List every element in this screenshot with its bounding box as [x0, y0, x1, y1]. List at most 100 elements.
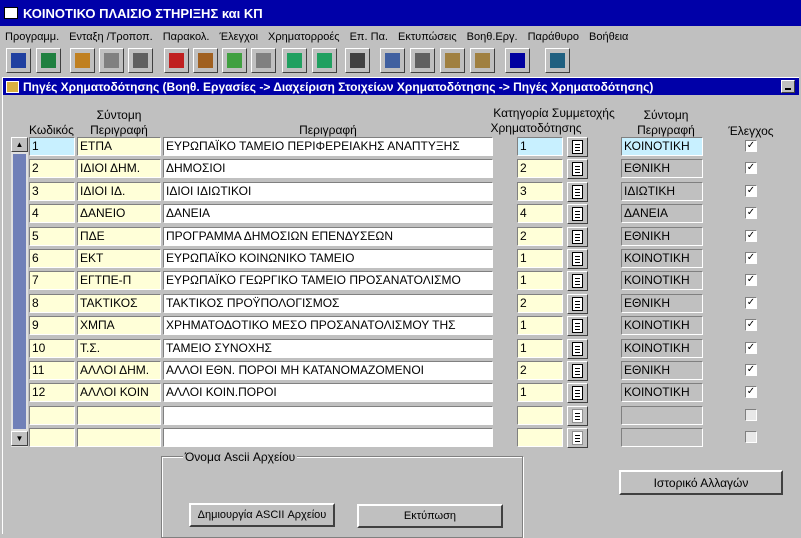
- check-checkbox[interactable]: ✓: [745, 140, 757, 152]
- code-field[interactable]: 7: [29, 271, 75, 290]
- description-field[interactable]: ΠΡΟΓΡΑΜΜΑ ΔΗΜΟΣΙΩΝ ΕΠΕΝΔΥΣΕΩΝ: [163, 227, 493, 246]
- toolbar-button-15[interactable]: [470, 48, 495, 73]
- code-field[interactable]: 8: [29, 294, 75, 313]
- window-menu-icon[interactable]: [4, 7, 18, 19]
- toolbar-button-1[interactable]: [36, 48, 61, 73]
- toolbar-button-10[interactable]: [312, 48, 337, 73]
- code-field[interactable]: 6: [29, 249, 75, 268]
- code-field[interactable]: [29, 428, 75, 447]
- records-scrollbar[interactable]: ▲ ▼: [11, 137, 28, 447]
- check-checkbox[interactable]: ✓: [745, 252, 757, 264]
- category-field[interactable]: 3: [517, 182, 563, 201]
- category-short-desc-field[interactable]: [621, 406, 703, 425]
- short-desc-field[interactable]: ΙΔΙΟΙ ΙΔ.: [77, 182, 161, 201]
- description-field[interactable]: ΕΥΡΩΠΑΪΚΟ ΓΕΩΡΓΙΚΟ ΤΑΜΕΙΟ ΠΡΟΣΑΝΑΤΟΛΙΣΜΟ: [163, 271, 493, 290]
- short-desc-field[interactable]: [77, 406, 161, 425]
- category-list-button[interactable]: [567, 137, 588, 157]
- menu-item-8[interactable]: Παράθυρο: [523, 31, 584, 43]
- category-list-button[interactable]: [567, 271, 588, 291]
- history-button[interactable]: Ιστορικό Αλλαγών: [619, 470, 783, 495]
- short-desc-field[interactable]: [77, 428, 161, 447]
- check-checkbox[interactable]: ✓: [745, 274, 757, 286]
- toolbar-button-9[interactable]: [282, 48, 307, 73]
- description-field[interactable]: ΔΑΝΕΙΑ: [163, 204, 493, 223]
- category-list-button[interactable]: [567, 294, 588, 314]
- description-field[interactable]: ΤΑΚΤΙΚΟΣ ΠΡΟΫΠΟΛΟΓΙΣΜΟΣ: [163, 294, 493, 313]
- category-list-button[interactable]: [567, 428, 588, 448]
- toolbar-button-7[interactable]: [222, 48, 247, 73]
- description-field[interactable]: ΕΥΡΩΠΑΪΚΟ ΤΑΜΕΙΟ ΠΕΡΙΦΕΡΕΙΑΚΗΣ ΑΝΑΠΤΥΞΗΣ: [163, 137, 493, 156]
- code-field[interactable]: 11: [29, 361, 75, 380]
- toolbar-button-0[interactable]: [6, 48, 31, 73]
- category-list-button[interactable]: [567, 159, 588, 179]
- toolbar-button-4[interactable]: [128, 48, 153, 73]
- category-list-button[interactable]: [567, 406, 588, 426]
- category-short-desc-field[interactable]: ΕΘΝΙΚΗ: [621, 227, 703, 246]
- category-field[interactable]: 4: [517, 204, 563, 223]
- toolbar-button-6[interactable]: [193, 48, 218, 73]
- minimize-button[interactable]: [781, 80, 795, 93]
- description-field[interactable]: ΙΔΙΟΙ ΙΔΙΩΤΙΚΟΙ: [163, 182, 493, 201]
- check-checkbox[interactable]: ✓: [745, 319, 757, 331]
- category-field[interactable]: [517, 428, 563, 447]
- category-short-desc-field[interactable]: ΚΟΙΝΟΤΙΚΗ: [621, 339, 703, 358]
- code-field[interactable]: 5: [29, 227, 75, 246]
- menu-item-9[interactable]: Βοήθεια: [584, 31, 633, 43]
- category-field[interactable]: 1: [517, 339, 563, 358]
- menu-item-7[interactable]: Βοηθ.Εργ.: [462, 31, 523, 43]
- short-desc-field[interactable]: Τ.Σ.: [77, 339, 161, 358]
- toolbar-button-13[interactable]: [410, 48, 435, 73]
- menu-item-6[interactable]: Εκτυπώσεις: [393, 31, 462, 43]
- short-desc-field[interactable]: ΔΑΝΕΙΟ: [77, 204, 161, 223]
- category-list-button[interactable]: [567, 182, 588, 202]
- short-desc-field[interactable]: ΕΚΤ: [77, 249, 161, 268]
- code-field[interactable]: 3: [29, 182, 75, 201]
- description-field[interactable]: ΕΥΡΩΠΑΪΚΟ ΚΟΙΝΩΝΙΚΟ ΤΑΜΕΙΟ: [163, 249, 493, 268]
- category-field[interactable]: 1: [517, 249, 563, 268]
- code-field[interactable]: 9: [29, 316, 75, 335]
- create-ascii-button[interactable]: Δημιουργία ASCII Αρχείου: [189, 503, 335, 527]
- short-desc-field[interactable]: ΙΔΙΟΙ ΔΗΜ.: [77, 159, 161, 178]
- category-list-button[interactable]: [567, 383, 588, 403]
- category-short-desc-field[interactable]: ΙΔΙΩΤΙΚΗ: [621, 182, 703, 201]
- check-checkbox[interactable]: ✓: [745, 207, 757, 219]
- toolbar-button-8[interactable]: [251, 48, 276, 73]
- check-checkbox[interactable]: ✓: [745, 162, 757, 174]
- category-short-desc-field[interactable]: ΚΟΙΝΟΤΙΚΗ: [621, 271, 703, 290]
- code-field[interactable]: 4: [29, 204, 75, 223]
- category-field[interactable]: 1: [517, 271, 563, 290]
- menu-item-0[interactable]: Προγραμμ.: [0, 31, 64, 43]
- check-checkbox[interactable]: ✓: [745, 230, 757, 242]
- code-field[interactable]: 1: [29, 137, 75, 156]
- category-short-desc-field[interactable]: ΕΘΝΙΚΗ: [621, 294, 703, 313]
- category-field[interactable]: 2: [517, 227, 563, 246]
- check-checkbox[interactable]: ✓: [745, 297, 757, 309]
- print-button[interactable]: Εκτύπωση: [357, 504, 503, 528]
- category-field[interactable]: 1: [517, 383, 563, 402]
- toolbar-button-5[interactable]: [164, 48, 189, 73]
- menu-item-5[interactable]: Επ. Πα.: [345, 31, 393, 43]
- short-desc-field[interactable]: ΕΓΤΠΕ-Π: [77, 271, 161, 290]
- category-field[interactable]: 1: [517, 137, 563, 156]
- check-checkbox[interactable]: ✓: [745, 342, 757, 354]
- category-field[interactable]: 2: [517, 361, 563, 380]
- category-list-button[interactable]: [567, 339, 588, 359]
- toolbar-button-14[interactable]: [440, 48, 465, 73]
- short-desc-field[interactable]: ΑΛΛΟΙ ΔΗΜ.: [77, 361, 161, 380]
- toolbar-button-17[interactable]: [545, 48, 570, 73]
- category-short-desc-field[interactable]: ΔΑΝΕΙΑ: [621, 204, 703, 223]
- category-list-button[interactable]: [567, 227, 588, 247]
- category-list-button[interactable]: [567, 249, 588, 269]
- category-list-button[interactable]: [567, 361, 588, 381]
- menu-item-4[interactable]: Χρηματορροές: [263, 31, 345, 43]
- scroll-up-button[interactable]: ▲: [11, 137, 28, 152]
- scroll-down-button[interactable]: ▼: [11, 431, 28, 446]
- description-field[interactable]: ΔΗΜΟΣΙΟΙ: [163, 159, 493, 178]
- description-field[interactable]: ΤΑΜΕΙΟ ΣΥΝΟΧΗΣ: [163, 339, 493, 358]
- description-field[interactable]: [163, 406, 493, 425]
- short-desc-field[interactable]: ΤΑΚΤΙΚΟΣ: [77, 294, 161, 313]
- toolbar-button-12[interactable]: [380, 48, 405, 73]
- code-field[interactable]: 12: [29, 383, 75, 402]
- category-short-desc-field[interactable]: [621, 428, 703, 447]
- category-short-desc-field[interactable]: ΚΟΙΝΟΤΙΚΗ: [621, 383, 703, 402]
